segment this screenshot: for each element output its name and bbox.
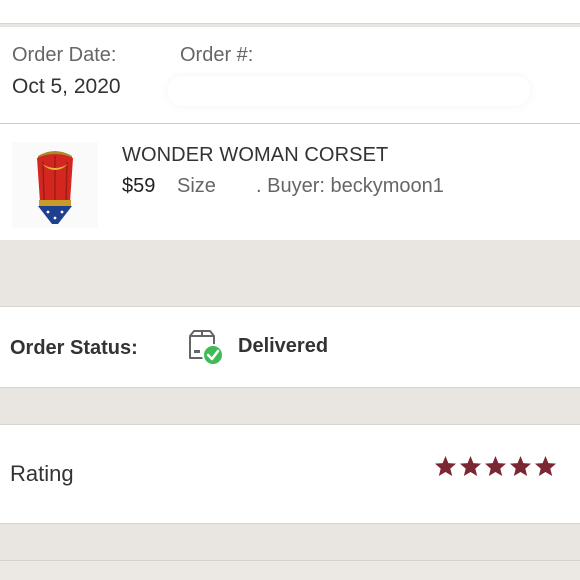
- item-thumbnail[interactable]: [12, 142, 98, 228]
- order-divider: [0, 123, 580, 124]
- bottom-panel-edge: [0, 560, 580, 580]
- star-icon: [534, 455, 557, 477]
- order-status-panel: Order Status: Delivered: [0, 306, 580, 388]
- order-info-panel: Order Date: Oct 5, 2020 Order #: WONDER …: [0, 26, 580, 240]
- star-icon: [484, 455, 507, 477]
- item-title[interactable]: WONDER WOMAN CORSET: [122, 144, 388, 167]
- item-buyer[interactable]: . Buyer: beckymoon1: [256, 175, 444, 198]
- item-price: $59: [122, 175, 156, 197]
- order-date-label: Order Date:: [12, 44, 117, 66]
- rating-stars: [434, 455, 557, 479]
- star-icon: [434, 455, 457, 477]
- order-number-redacted: [168, 76, 530, 106]
- star-icon: [509, 455, 532, 477]
- order-status-value: Delivered: [238, 335, 329, 357]
- order-number-label: Order #:: [180, 44, 254, 66]
- size-redacted: [220, 178, 254, 200]
- rating-panel: Rating: [0, 424, 580, 524]
- package-delivered-icon: [186, 328, 226, 368]
- top-strip: [0, 0, 580, 24]
- star-icon: [459, 455, 482, 477]
- corset-image: [12, 142, 98, 228]
- item-size-label: Size: [177, 175, 216, 197]
- order-status-label: Order Status:: [10, 337, 138, 359]
- rating-label: Rating: [10, 461, 74, 486]
- order-date-value: Oct 5, 2020: [12, 75, 121, 98]
